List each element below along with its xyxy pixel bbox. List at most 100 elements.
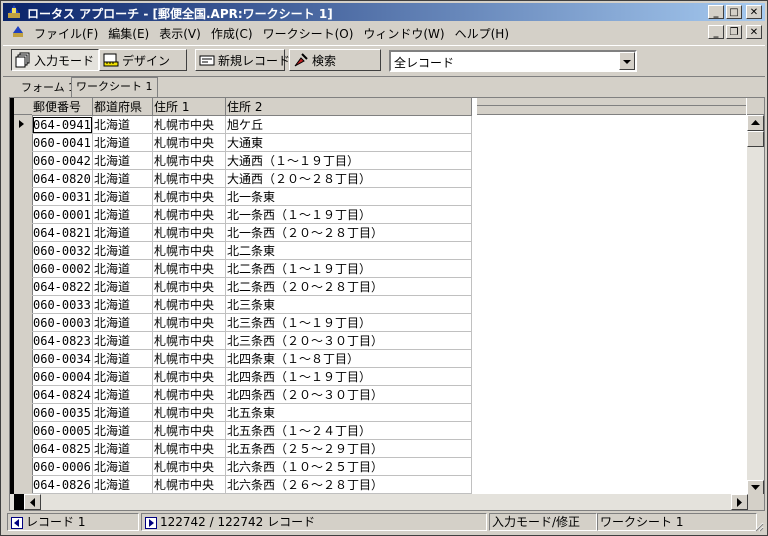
cell-address2[interactable]: 北二条東 — [225, 241, 472, 260]
cell-zip[interactable]: 060-0004 — [32, 367, 93, 386]
cell-prefecture[interactable]: 北海道 — [92, 241, 153, 260]
table-row[interactable]: 060-0002 北海道 札幌市中央 北二条西（１～１９丁目） — [32, 259, 472, 278]
column-header-address2[interactable]: 住所 2 — [225, 98, 472, 116]
table-row[interactable]: 060-0003 北海道 札幌市中央 北三条西（１～１９丁目） — [32, 313, 472, 332]
cell-address1[interactable]: 札幌市中央 — [152, 349, 226, 368]
table-row[interactable]: 060-0041 北海道 札幌市中央 大通東 — [32, 133, 472, 152]
table-row[interactable]: 064-0826 北海道 札幌市中央 北六条西（２６～２８丁目） — [32, 475, 472, 494]
row-selector-column[interactable] — [14, 98, 33, 496]
cell-prefecture[interactable]: 北海道 — [92, 277, 153, 296]
cell-address1[interactable]: 札幌市中央 — [152, 367, 226, 386]
cell-address1[interactable]: 札幌市中央 — [152, 223, 226, 242]
cell-address2[interactable]: 北六条西（１０～２５丁目） — [225, 457, 472, 476]
close-button[interactable]: ✕ — [746, 5, 762, 19]
view-panel[interactable]: ワークシート 1 — [597, 513, 757, 531]
design-button[interactable]: デザイン — [99, 49, 187, 71]
cell-address2[interactable]: 北四条西（２０～３０丁目） — [225, 385, 472, 404]
search-button[interactable]: 検索 — [289, 49, 381, 71]
maximize-button[interactable]: □ — [726, 5, 742, 19]
cell-zip[interactable]: 064-0823 — [32, 331, 93, 350]
table-row[interactable]: 060-0042 北海道 札幌市中央 大通西（１～１９丁目） — [32, 151, 472, 170]
cell-zip[interactable]: 060-0006 — [32, 457, 93, 476]
table-row[interactable]: 060-0001 北海道 札幌市中央 北一条西（１～１９丁目） — [32, 205, 472, 224]
cell-prefecture[interactable]: 北海道 — [92, 439, 153, 458]
new-record-button[interactable]: 新規レコード — [195, 49, 290, 71]
cell-address1[interactable]: 札幌市中央 — [152, 475, 226, 494]
scroll-right-button[interactable] — [731, 494, 748, 510]
cell-address1[interactable]: 札幌市中央 — [152, 151, 226, 170]
menu-window[interactable]: ウィンドウ(W) — [358, 25, 449, 42]
cell-address2[interactable]: 大通西（１～１９丁目） — [225, 151, 472, 170]
cell-prefecture[interactable]: 北海道 — [92, 313, 153, 332]
cell-prefecture[interactable]: 北海道 — [92, 295, 153, 314]
cell-zip[interactable]: 064-0821 — [32, 223, 93, 242]
cell-prefecture[interactable]: 北海道 — [92, 187, 153, 206]
cell-address2[interactable]: 大通西（２０～２８丁目） — [225, 169, 472, 188]
find-set-select[interactable]: 全レコード — [389, 50, 637, 72]
cell-address2[interactable]: 北三条東 — [225, 295, 472, 314]
menu-view[interactable]: 表示(V) — [154, 25, 206, 42]
cell-zip[interactable]: 060-0041 — [32, 133, 93, 152]
cell-address2[interactable]: 北一条西（２０～２８丁目） — [225, 223, 472, 242]
doc-close-button[interactable]: ✕ — [746, 25, 762, 39]
cell-address1[interactable]: 札幌市中央 — [152, 439, 226, 458]
cell-zip[interactable]: 064-0824 — [32, 385, 93, 404]
table-row[interactable]: 064-0824 北海道 札幌市中央 北四条西（２０～３０丁目） — [32, 385, 472, 404]
doc-minimize-button[interactable]: _ — [708, 25, 724, 39]
cell-address1[interactable]: 札幌市中央 — [152, 133, 226, 152]
cell-prefecture[interactable]: 北海道 — [92, 259, 153, 278]
cell-address1[interactable]: 札幌市中央 — [152, 187, 226, 206]
cell-zip[interactable]: 060-0032 — [32, 241, 93, 260]
column-header-zip[interactable]: 郵便番号 — [32, 98, 93, 116]
cell-address1[interactable]: 札幌市中央 — [152, 241, 226, 260]
scroll-up-button[interactable] — [747, 115, 764, 131]
cell-address1[interactable]: 札幌市中央 — [152, 115, 226, 134]
cell-prefecture[interactable]: 北海道 — [92, 133, 153, 152]
column-header-address1[interactable]: 住所 1 — [152, 98, 226, 116]
cell-address2[interactable]: 北五条西（２５～２９丁目） — [225, 439, 472, 458]
table-row[interactable]: 064-0822 北海道 札幌市中央 北二条西（２０～２８丁目） — [32, 277, 472, 296]
cell-address1[interactable]: 札幌市中央 — [152, 421, 226, 440]
menu-help[interactable]: ヘルプ(H) — [450, 25, 514, 42]
table-row[interactable]: 060-0034 北海道 札幌市中央 北四条東（１～８丁目） — [32, 349, 472, 368]
cell-address2[interactable]: 北五条東 — [225, 403, 472, 422]
approach-app-icon[interactable] — [6, 4, 22, 20]
cell-address2[interactable]: 北六条西（２６～２８丁目） — [225, 475, 472, 494]
cell-address2[interactable]: 旭ケ丘 — [225, 115, 472, 134]
cell-prefecture[interactable]: 北海道 — [92, 367, 153, 386]
cell-zip[interactable]: 060-0033 — [32, 295, 93, 314]
table-row[interactable]: 064-0820 北海道 札幌市中央 大通西（２０～２８丁目） — [32, 169, 472, 188]
tab-worksheet-1[interactable]: ワークシート 1 — [71, 77, 158, 97]
tab-form-1[interactable]: フォーム 1 — [17, 79, 79, 96]
cell-prefecture[interactable]: 北海道 — [92, 475, 153, 494]
cell-zip[interactable]: 064-0825 — [32, 439, 93, 458]
cell-address2[interactable]: 北一条西（１～１９丁目） — [225, 205, 472, 224]
cell-prefecture[interactable]: 北海道 — [92, 421, 153, 440]
table-row[interactable]: 060-0004 北海道 札幌市中央 北四条西（１～１９丁目） — [32, 367, 472, 386]
cell-prefecture[interactable]: 北海道 — [92, 331, 153, 350]
cell-zip[interactable]: 060-0001 — [32, 205, 93, 224]
cell-address2[interactable]: 北一条東 — [225, 187, 472, 206]
cell-zip[interactable]: 060-0031 — [32, 187, 93, 206]
cell-prefecture[interactable]: 北海道 — [92, 115, 153, 134]
cell-address2[interactable]: 北二条西（１～１９丁目） — [225, 259, 472, 278]
cell-address1[interactable]: 札幌市中央 — [152, 457, 226, 476]
minimize-button[interactable]: _ — [708, 5, 724, 19]
record-indicator[interactable]: レコード 1 — [7, 513, 139, 531]
cell-address2[interactable]: 北二条西（２０～２８丁目） — [225, 277, 472, 296]
cell-zip[interactable]: 060-0035 — [32, 403, 93, 422]
scroll-left-button[interactable] — [24, 494, 41, 510]
cell-zip[interactable]: 060-0003 — [32, 313, 93, 332]
find-set-dropdown-button[interactable] — [619, 52, 635, 70]
cell-prefecture[interactable]: 北海道 — [92, 349, 153, 368]
table-row[interactable]: 064-0821 北海道 札幌市中央 北一条西（２０～２８丁目） — [32, 223, 472, 242]
title-bar[interactable]: ロータス アプローチ - [郵便全国.APR:ワークシート 1] _ □ ✕ — [3, 3, 765, 21]
cell-address1[interactable]: 札幌市中央 — [152, 385, 226, 404]
cell-zip[interactable]: 064-0820 — [32, 169, 93, 188]
cell-address2[interactable]: 北三条西（２０～３０丁目） — [225, 331, 472, 350]
table-row[interactable]: 060-0005 北海道 札幌市中央 北五条西（１～２４丁目） — [32, 421, 472, 440]
cell-zip[interactable]: 060-0002 — [32, 259, 93, 278]
menu-edit[interactable]: 編集(E) — [103, 25, 154, 42]
cell-address2[interactable]: 北三条西（１～１９丁目） — [225, 313, 472, 332]
cell-address1[interactable]: 札幌市中央 — [152, 403, 226, 422]
